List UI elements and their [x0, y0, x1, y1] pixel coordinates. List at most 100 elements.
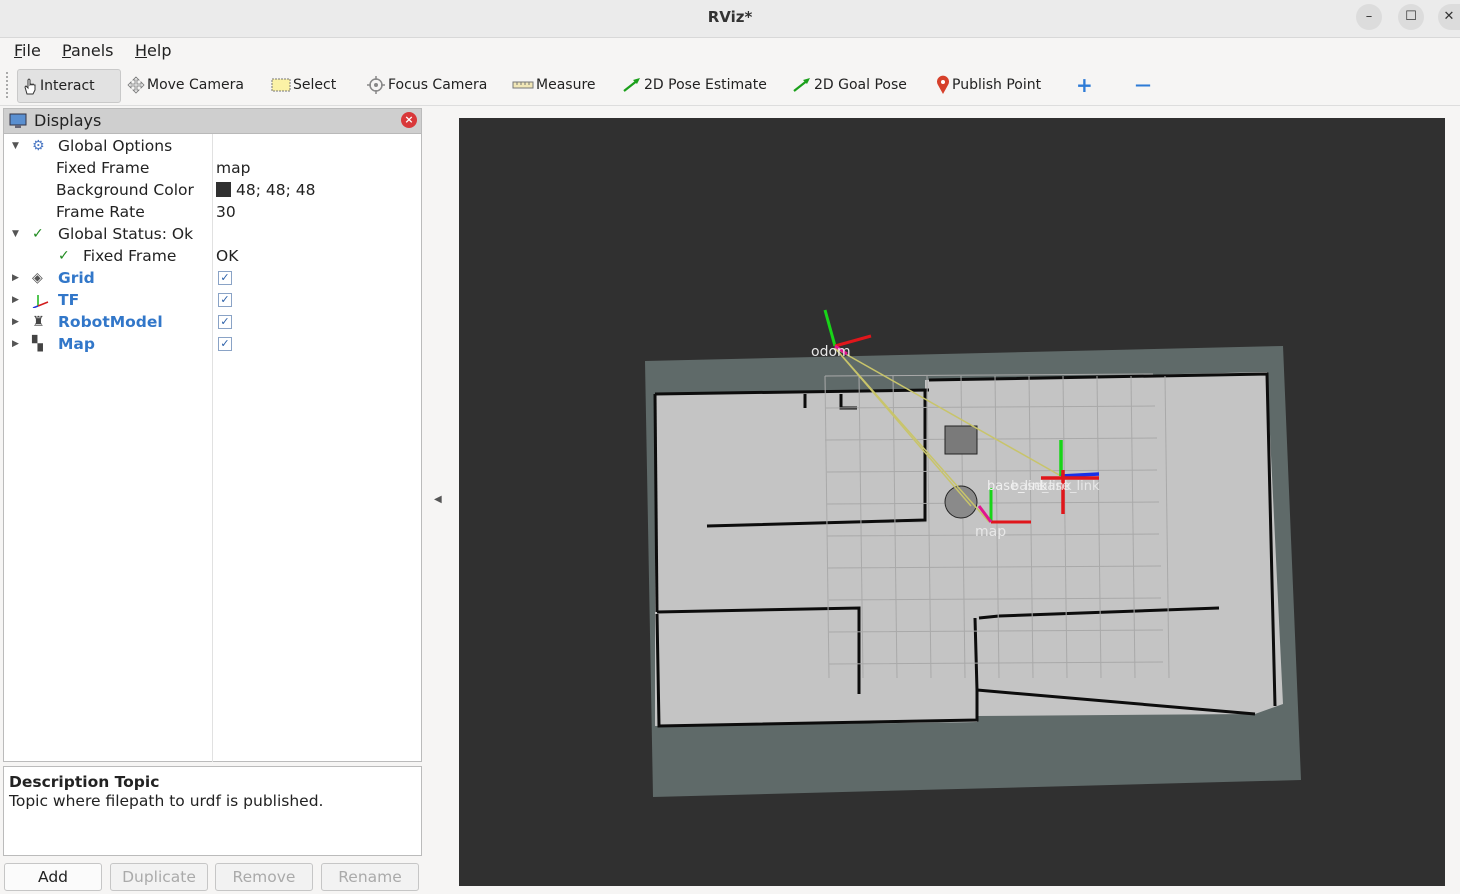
- tool-bar: Interact Move Camera Select Focus Camera…: [0, 64, 1460, 106]
- menu-file[interactable]: File: [14, 41, 41, 60]
- background-color-label: Background Color: [56, 181, 194, 199]
- tree-row-global-status[interactable]: ▼ ✓ Global Status: Ok: [4, 223, 421, 245]
- status-fixed-frame-value: OK: [216, 247, 239, 265]
- robotmodel-display-label: RobotModel: [58, 313, 163, 331]
- base-z-axis: [1060, 472, 1100, 478]
- ruler-icon: [512, 81, 534, 89]
- focus-camera-label: Focus Camera: [388, 77, 488, 93]
- add-tool-button[interactable]: +: [1076, 69, 1093, 103]
- monitor-icon: [9, 113, 27, 128]
- global-options-label: Global Options: [58, 137, 173, 155]
- collapse-arrow-icon[interactable]: ▼: [12, 223, 22, 245]
- measure-label: Measure: [536, 77, 596, 93]
- remove-button[interactable]: Remove: [215, 863, 313, 891]
- interact-tool[interactable]: Interact: [17, 69, 121, 103]
- maximize-button[interactable]: ☐: [1398, 4, 1424, 30]
- menu-help[interactable]: Help: [135, 41, 171, 60]
- rename-button[interactable]: Rename: [321, 863, 419, 891]
- map-checkbox[interactable]: ✓: [218, 337, 232, 351]
- tree-row-tf[interactable]: ▶ TF ✓: [4, 289, 421, 311]
- title-bar: RViz* – ☐ ✕: [0, 0, 1460, 38]
- tree-row-map[interactable]: ▶ ▚ Map ✓: [4, 333, 421, 355]
- tree-row-status-fixed-frame[interactable]: ✓ Fixed Frame OK: [4, 245, 421, 267]
- tree-row-frame-rate[interactable]: Frame Rate 30: [4, 201, 421, 223]
- focus-camera-tool[interactable]: Focus Camera: [366, 69, 487, 103]
- collapse-panel-handle[interactable]: ◀: [434, 494, 442, 505]
- move-camera-icon: [127, 76, 145, 94]
- map-icon: ▚: [32, 336, 43, 352]
- tree-row-robotmodel[interactable]: ▶ ♜ RobotModel ✓: [4, 311, 421, 333]
- menu-panels-label: anels: [70, 41, 114, 60]
- color-swatch: [216, 182, 231, 197]
- tree-row-background-color[interactable]: Background Color 48; 48; 48: [4, 179, 421, 201]
- interact-label: Interact: [40, 78, 95, 94]
- map-display-label: Map: [58, 335, 95, 353]
- menu-file-label: ile: [22, 41, 41, 60]
- tf-checkbox[interactable]: ✓: [218, 293, 232, 307]
- tf-display-label: TF: [58, 291, 80, 309]
- menu-help-label: elp: [147, 41, 172, 60]
- robot-icon: ♜: [32, 314, 45, 330]
- wall-segment: [653, 393, 659, 613]
- hand-icon: [24, 78, 36, 95]
- close-window-button[interactable]: ✕: [1438, 4, 1460, 30]
- displays-panel-header: Displays ×: [4, 109, 421, 134]
- rviz-window: RViz* – ☐ ✕ File Panels Help Interact Mo…: [0, 0, 1460, 894]
- minimize-button[interactable]: –: [1356, 4, 1382, 30]
- robotmodel-checkbox[interactable]: ✓: [218, 315, 232, 329]
- odom-frame-label: odom: [811, 344, 851, 360]
- menu-panels[interactable]: Panels: [62, 41, 114, 60]
- fixed-frame-label: Fixed Frame: [56, 159, 150, 177]
- measure-tool[interactable]: Measure: [512, 69, 596, 103]
- expand-arrow-icon[interactable]: ▶: [12, 333, 22, 355]
- checkmark-icon: ✓: [32, 226, 44, 242]
- grid-icon: ◈: [32, 270, 43, 286]
- base-frame-label-overlap-2: base_link: [1039, 479, 1100, 494]
- remove-tool-button[interactable]: —: [1135, 69, 1151, 103]
- move-camera-tool[interactable]: Move Camera: [127, 69, 244, 103]
- menu-help-mnemonic: H: [135, 41, 148, 60]
- tree-row-fixed-frame[interactable]: Fixed Frame map: [4, 157, 421, 179]
- expand-arrow-icon[interactable]: ▶: [12, 311, 22, 333]
- displays-panel: Displays × ▼ ⚙ Global Options Fixed Fram…: [3, 108, 422, 762]
- goal-pose-tool[interactable]: 2D Goal Pose: [792, 69, 907, 103]
- description-heading: Description Topic: [9, 773, 160, 791]
- render-viewport[interactable]: odom map base_link base_link base_link: [459, 118, 1445, 886]
- select-label: Select: [293, 77, 337, 93]
- expand-arrow-icon[interactable]: ▶: [12, 289, 22, 311]
- background-color-value[interactable]: 48; 48; 48: [216, 179, 315, 201]
- obstacle-box: [944, 425, 978, 455]
- add-button[interactable]: Add: [4, 863, 102, 891]
- pose-estimate-tool[interactable]: 2D Pose Estimate: [622, 69, 767, 103]
- checkmark-icon: ✓: [58, 248, 70, 264]
- publish-point-tool[interactable]: Publish Point: [936, 69, 1041, 103]
- background-color-text: 48; 48; 48: [236, 181, 316, 199]
- scene-3d[interactable]: odom map base_link base_link base_link: [459, 118, 1445, 886]
- move-camera-label: Move Camera: [147, 77, 244, 93]
- map-pin-icon: [937, 75, 949, 94]
- frame-rate-value[interactable]: 30: [216, 201, 236, 223]
- duplicate-button[interactable]: Duplicate: [110, 863, 208, 891]
- expand-arrow-icon[interactable]: ▶: [12, 267, 22, 289]
- gear-icon: ⚙: [32, 138, 45, 154]
- fixed-frame-value[interactable]: map: [216, 157, 250, 179]
- grid-checkbox[interactable]: ✓: [218, 271, 232, 285]
- tree-row-grid[interactable]: ▶ ◈ Grid ✓: [4, 267, 421, 289]
- goal-pose-label: 2D Goal Pose: [814, 77, 907, 93]
- menu-file-mnemonic: F: [14, 41, 23, 60]
- tf-axes-icon: [32, 295, 49, 308]
- tree-row-global-options[interactable]: ▼ ⚙ Global Options: [4, 135, 421, 157]
- collapse-arrow-icon[interactable]: ▼: [12, 135, 22, 157]
- select-tool[interactable]: Select: [271, 69, 336, 103]
- toolbar-grip[interactable]: [6, 72, 10, 98]
- odom-y-axis: [823, 309, 837, 347]
- close-panel-icon[interactable]: ×: [401, 112, 417, 128]
- description-body: Topic where filepath to urdf is publishe…: [9, 792, 324, 810]
- select-icon: [271, 78, 291, 92]
- pose-estimate-label: 2D Pose Estimate: [644, 77, 767, 93]
- grid-display-label: Grid: [58, 269, 95, 287]
- map-free-room-b: [925, 372, 1283, 716]
- status-fixed-frame-label: Fixed Frame: [83, 247, 177, 265]
- global-status-label: Global Status: Ok: [58, 225, 194, 243]
- menu-bar: File Panels Help: [0, 38, 1460, 64]
